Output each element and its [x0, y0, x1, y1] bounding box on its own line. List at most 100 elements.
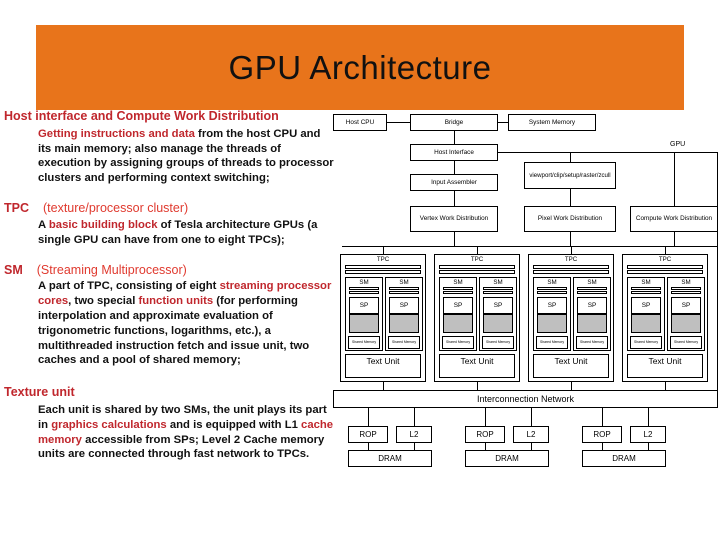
gpu-label: GPU [670, 141, 686, 148]
wire-hostif-ia [454, 161, 455, 174]
shared-memory-box-3-1: Shared Memory [670, 336, 702, 349]
tpc-block-3: TPC SM SP Shared Memory SM SP Shared Memory Tex… [622, 254, 708, 382]
title-banner: GPU Architecture [36, 25, 684, 110]
sp-box-0-0: SP [349, 297, 379, 314]
wire-vwd-bus [454, 232, 455, 246]
wire-bus-tpc-0 [383, 246, 384, 254]
shared-memory-box-1-1: Shared Memory [482, 336, 514, 349]
sp-array-block-1-1 [483, 314, 513, 333]
rop-box-1: ROP [465, 426, 505, 443]
sm-bar-3-1-0 [671, 287, 701, 290]
pixel-work-distribution-box: Pixel Work Distribution [524, 206, 616, 232]
sm-block-0-0: SM SP Shared Memory [345, 277, 383, 351]
tpc-bar-2-0 [533, 265, 609, 269]
body-run-2-2: , two special [68, 295, 139, 308]
rop-box-0: ROP [348, 426, 388, 443]
tpc-bar-3-1 [627, 270, 703, 274]
sm-label-1-1: SM [493, 279, 503, 286]
body-run-2-3: function units [138, 295, 214, 308]
input-assembler-box: Input Assembler [410, 174, 498, 191]
sm-label-1-0: SM [453, 279, 463, 286]
wire-ia-vwd [454, 191, 455, 206]
wire-bridge-hostif [454, 131, 455, 144]
sm-label-0-1: SM [399, 279, 409, 286]
wire-bridge-sysmem [498, 122, 508, 123]
dram-box-2: DRAM [582, 450, 666, 467]
sm-bar-2-1-0 [577, 287, 607, 290]
system-memory-box: System Memory [508, 114, 596, 131]
sm-label-2-0: SM [547, 279, 557, 286]
tpc-bar-1-1 [439, 270, 515, 274]
sm-bar-0-1-1 [389, 291, 419, 294]
section-heading-2: SM (Streaming Multiprocessor) [4, 262, 334, 279]
sm-bar-2-0-1 [537, 291, 567, 294]
sp-box-2-1: SP [577, 297, 607, 314]
sm-label-0-0: SM [359, 279, 369, 286]
wire-rop-dram-1 [485, 443, 486, 450]
tpc-bar-1-0 [439, 265, 515, 269]
viewport-clip-setup-box: viewport/clip/setup/raster/zcull [524, 162, 616, 189]
vertex-work-distribution-box: Vertex Work Distribution [410, 206, 498, 232]
section-heading-3: Texture unit [4, 385, 75, 400]
section-heading-key-2: SM [4, 262, 23, 277]
wire-bus-tpc-2 [571, 246, 572, 254]
sm-block-2-0: SM SP Shared Memory [533, 277, 571, 351]
sm-bar-0-0-1 [349, 291, 379, 294]
sp-box-3-0: SP [631, 297, 661, 314]
wire-icn-l2-1 [531, 408, 532, 426]
wire-gputop-cwd [674, 152, 675, 206]
section-heading-0: Host interface and Compute Work Distribu… [4, 109, 279, 123]
tpc-label-2: TPC [564, 256, 578, 263]
wire-bus-tpc-3 [665, 246, 666, 254]
sm-bar-1-1-0 [483, 287, 513, 290]
wire-tpc-interconnect-2 [571, 382, 572, 390]
l2-box-2: L2 [630, 426, 666, 443]
interconnection-network-box: Interconnection Network [333, 390, 718, 408]
sm-bar-1-0-0 [443, 287, 473, 290]
host-interface-box: Host Interface [410, 144, 498, 161]
sm-bar-1-0-1 [443, 291, 473, 294]
wire-icn-l2-2 [648, 408, 649, 426]
sm-label-2-1: SM [587, 279, 597, 286]
sp-array-block-3-1 [671, 314, 701, 333]
sm-bar-3-0-0 [631, 287, 661, 290]
dram-box-1: DRAM [465, 450, 549, 467]
sm-bar-1-1-1 [483, 291, 513, 294]
body-run-1-0: A [38, 218, 49, 231]
sp-array-block-0-1 [389, 314, 419, 333]
sm-block-1-1: SM SP Shared Memory [479, 277, 517, 351]
wire-tpc-interconnect-0 [383, 382, 384, 390]
sp-array-block-2-0 [537, 314, 567, 333]
sm-label-3-1: SM [681, 279, 691, 286]
bridge-box: Bridge [410, 114, 498, 131]
sm-bar-2-0-0 [537, 287, 567, 290]
compute-work-distribution-box: Compute Work Distribution [630, 206, 718, 232]
wire-l2-dram-2 [648, 443, 649, 450]
sm-block-0-1: SM SP Shared Memory [385, 277, 423, 351]
shared-memory-box-2-0: Shared Memory [536, 336, 568, 349]
sp-array-block-3-0 [631, 314, 661, 333]
tpc-block-0: TPC SM SP Shared Memory SM SP Shared Memory Tex… [340, 254, 426, 382]
wire-cwd-bus [674, 232, 675, 246]
sm-block-1-0: SM SP Shared Memory [439, 277, 477, 351]
wire-rop-dram-2 [602, 443, 603, 450]
section-heading-suffix-1: (texture/processor cluster) [43, 201, 189, 216]
wire-l2-dram-1 [531, 443, 532, 450]
body-run-1-1: basic building block [48, 218, 158, 231]
wire-icn-rop-0 [368, 408, 369, 426]
shared-memory-box-2-1: Shared Memory [576, 336, 608, 349]
sm-bar-0-1-0 [389, 287, 419, 290]
tpc-label-1: TPC [470, 256, 484, 263]
wire-vp-pwd [570, 189, 571, 206]
sm-bar-0-0-0 [349, 287, 379, 290]
tpc-label-0: TPC [376, 256, 390, 263]
sm-block-3-0: SM SP Shared Memory [627, 277, 665, 351]
tpc-bar-3-0 [627, 265, 703, 269]
sp-array-block-0-0 [349, 314, 379, 333]
wire-gputop-viewport [570, 152, 571, 162]
texture-unit-box-3: Text Unit [627, 354, 703, 378]
sm-bar-3-0-1 [631, 291, 661, 294]
sm-block-2-1: SM SP Shared Memory [573, 277, 611, 351]
